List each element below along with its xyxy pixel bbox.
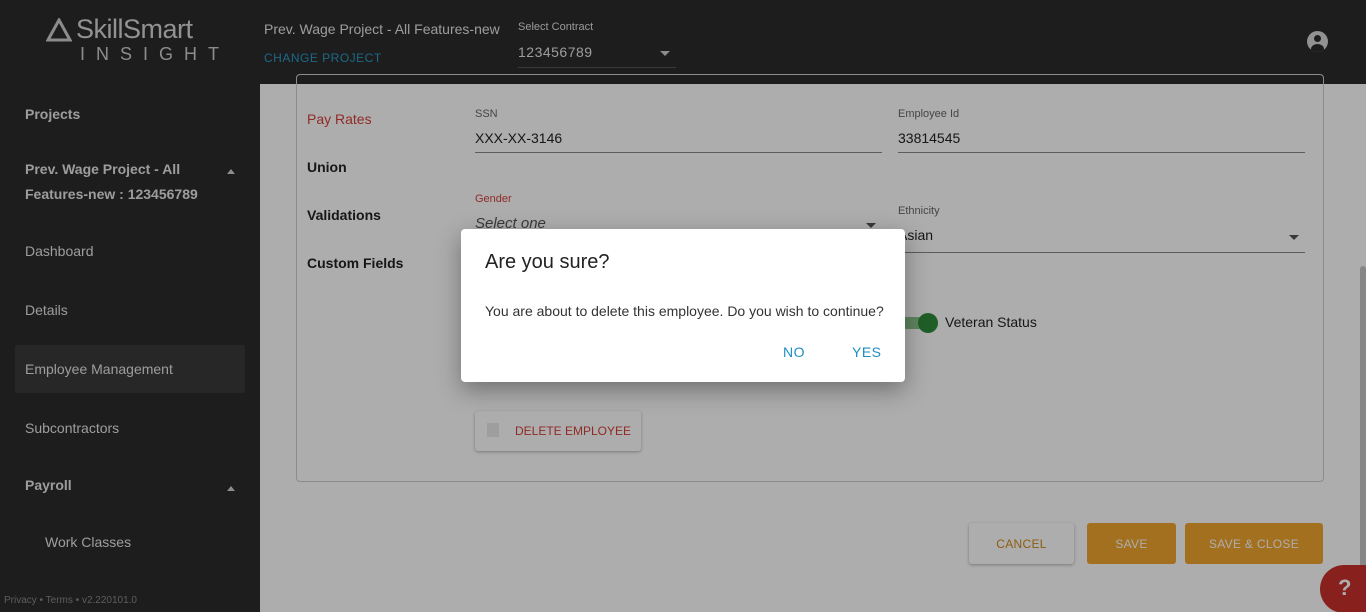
dialog-message: You are about to delete this employee. D… xyxy=(485,303,884,319)
confirm-delete-dialog: Are you sure? You are about to delete th… xyxy=(461,229,905,382)
yes-button[interactable]: YES xyxy=(852,344,882,360)
dialog-title: Are you sure? xyxy=(485,251,610,273)
no-button[interactable]: NO xyxy=(783,344,805,360)
